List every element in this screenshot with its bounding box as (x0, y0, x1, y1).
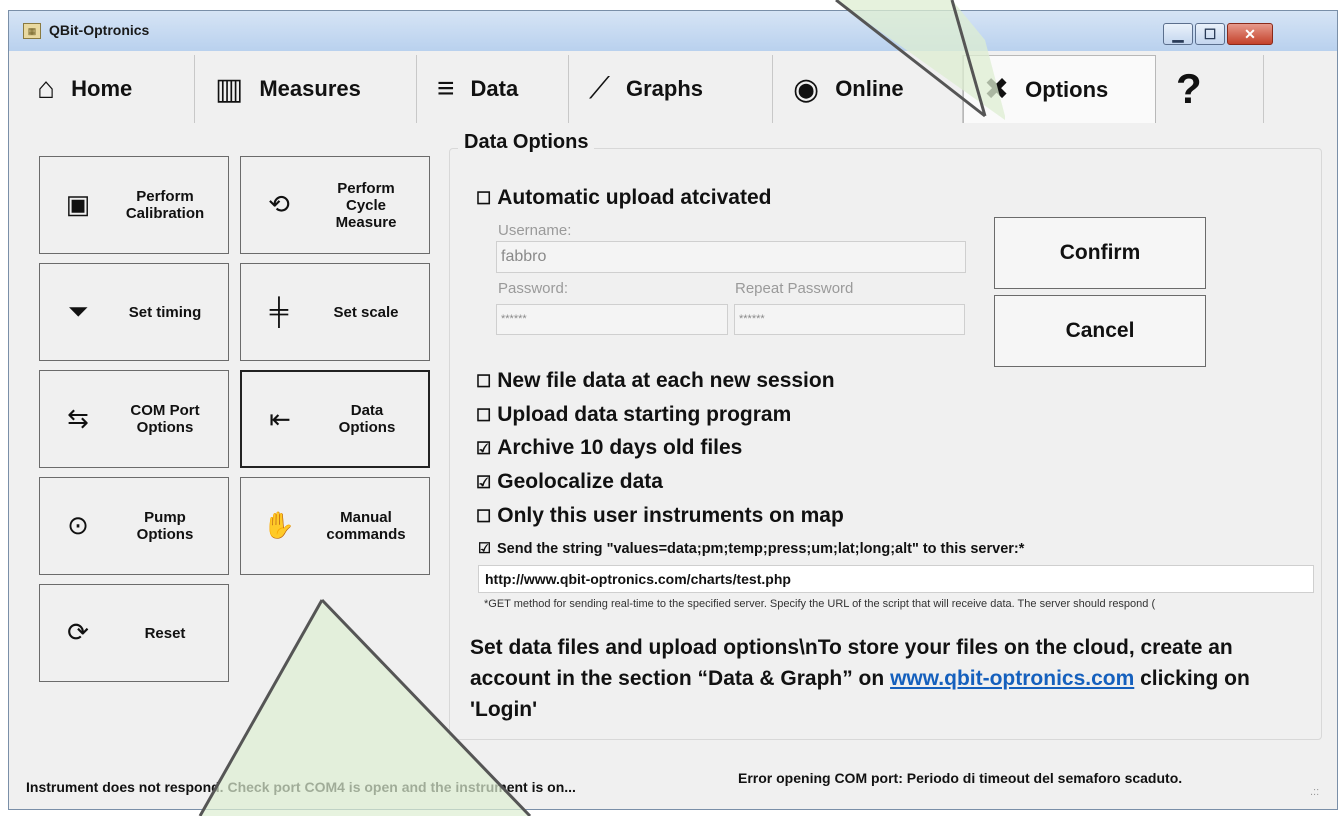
chart-icon: ⟋ (589, 72, 610, 105)
server-note: *GET method for sending real-time to the… (484, 598, 1156, 610)
only-user-instruments-checkbox[interactable]: ☐ Only this user instruments on map (476, 504, 844, 528)
auto-upload-label: Automatic upload atcivated (497, 186, 772, 209)
tab-measures[interactable]: ▥ Measures (195, 55, 417, 123)
auto-upload-checkbox[interactable]: ☐ Automatic upload atcivated (476, 186, 771, 210)
send-to-server-label: Send the string "values=data;pm;temp;pre… (497, 541, 1025, 557)
username-label: Username: (498, 222, 572, 239)
manual-commands-button[interactable]: ✋ Manual commands (240, 477, 430, 575)
scale-icon: ╪ (269, 296, 289, 326)
cycle-icon: ⟲ (268, 189, 290, 219)
set-scale-label: Set scale (333, 303, 399, 321)
tab-help[interactable]: ? (1156, 55, 1264, 123)
close-button[interactable]: ✕ (1227, 23, 1273, 45)
set-scale-button[interactable]: ╪ Set scale (240, 263, 430, 361)
tab-online[interactable]: ◉ Online (773, 55, 963, 123)
com-port-options-button[interactable]: ⇆ COM Port Options (39, 370, 229, 468)
tab-graphs-label: Graphs (626, 76, 704, 101)
checkbox-icon: ☑ (476, 473, 492, 492)
pump-options-label: Pump Options (136, 509, 194, 543)
new-file-label: New file data at each new session (497, 369, 835, 392)
checkbox-icon: ☑ (478, 541, 491, 557)
error-message: Error opening COM port: Periodo di timeo… (738, 770, 1183, 786)
geolocalize-checkbox[interactable]: ☑ Geolocalize data (476, 470, 663, 494)
refresh-icon: ⟳ (67, 617, 89, 647)
window-title: QBit-Optronics (49, 22, 150, 38)
calibration-icon: ▣ (65, 189, 91, 219)
factory-icon: ▥ (215, 72, 244, 106)
command-panel: ▣ Perform Calibration ⟲ Perform Cycle Me… (22, 144, 434, 744)
tab-home-label: Home (71, 76, 133, 101)
maximize-button[interactable]: ☐ (1195, 23, 1225, 45)
reset-button[interactable]: ⟳ Reset (39, 584, 229, 682)
document-icon: ≡ (437, 72, 455, 105)
minimize-button[interactable]: ▁ (1163, 23, 1193, 45)
checkbox-icon: ☑ (476, 439, 492, 458)
perform-cycle-measure-label: Perform Cycle Measure (335, 179, 397, 231)
geolocalize-label: Geolocalize data (497, 470, 663, 493)
repeat-password-field[interactable]: ****** (734, 304, 965, 335)
reset-label: Reset (144, 624, 186, 642)
data-options-label: Data Options (338, 402, 396, 436)
checkbox-icon: ☐ (476, 406, 492, 425)
password-field[interactable]: ****** (496, 304, 728, 335)
resize-grip[interactable]: .:: (1310, 786, 1319, 798)
new-file-checkbox[interactable]: ☐ New file data at each new session (476, 369, 835, 393)
data-options-button[interactable]: ⇤ Data Options (240, 370, 430, 468)
tab-options-label: Options (1025, 76, 1109, 102)
hand-icon: ✋ (262, 510, 296, 540)
pump-icon: ⊙ (67, 510, 89, 540)
status-message: Instrument does not respond. Check port … (26, 779, 576, 795)
only-user-instruments-label: Only this user instruments on map (497, 504, 844, 527)
info-text: Set data files and upload options\nTo st… (470, 632, 1310, 725)
perform-cycle-measure-button[interactable]: ⟲ Perform Cycle Measure (240, 156, 430, 254)
group-title: Data Options (458, 131, 595, 154)
archive-files-label: Archive 10 days old files (497, 436, 743, 459)
upload-on-start-label: Upload data starting program (497, 403, 792, 426)
upload-on-start-checkbox[interactable]: ☐ Upload data starting program (476, 403, 791, 427)
data-transfer-icon: ⇤ (269, 404, 291, 434)
tools-icon: ✖ (984, 73, 1010, 106)
send-to-server-checkbox[interactable]: ☑ Send the string "values=data;pm;temp;pr… (478, 541, 1024, 557)
set-timing-label: Set timing (128, 303, 202, 321)
perform-calibration-label: Perform Calibration (125, 188, 205, 222)
tab-online-label: Online (835, 76, 904, 101)
com-port-icon: ⇆ (67, 403, 89, 433)
com-port-options-label: COM Port Options (130, 402, 200, 436)
perform-calibration-button[interactable]: ▣ Perform Calibration (39, 156, 229, 254)
confirm-button[interactable]: Confirm (994, 217, 1206, 289)
app-icon: ▦ (23, 23, 41, 39)
set-timing-button[interactable]: ⏷ Set timing (39, 263, 229, 361)
repeat-password-label: Repeat Password (735, 280, 854, 297)
checkbox-icon: ☐ (476, 507, 492, 526)
tab-measures-label: Measures (259, 76, 361, 101)
question-icon: ? (1176, 65, 1202, 112)
checkbox-icon: ☐ (476, 189, 492, 208)
checkbox-icon: ☐ (476, 372, 492, 391)
cancel-button[interactable]: Cancel (994, 295, 1206, 367)
home-icon: ⌂ (37, 72, 56, 105)
tab-home[interactable]: ⌂ Home (17, 55, 195, 123)
website-link[interactable]: www.qbit-optronics.com (890, 667, 1134, 690)
manual-commands-label: Manual commands (326, 509, 406, 543)
archive-files-checkbox[interactable]: ☑ Archive 10 days old files (476, 436, 742, 460)
pump-options-button[interactable]: ⊙ Pump Options (39, 477, 229, 575)
title-bar[interactable]: ▦ QBit-Optronics ▁ ☐ ✕ (9, 11, 1337, 51)
tab-options[interactable]: ✖ Options (963, 55, 1156, 123)
username-field[interactable]: fabbro (496, 241, 966, 273)
tab-data-label: Data (470, 76, 519, 101)
tab-data[interactable]: ≡ Data (417, 55, 569, 123)
timing-icon: ⏷ (67, 296, 89, 326)
password-label: Password: (498, 280, 569, 297)
globe-icon: ◉ (793, 72, 820, 106)
main-tab-bar: ⌂ Home ▥ Measures ≡ Data ⟋ Graphs ◉ Onli… (17, 51, 1327, 127)
server-url-input[interactable]: http://www.qbit-optronics.com/charts/tes… (478, 565, 1314, 593)
tab-graphs[interactable]: ⟋ Graphs (569, 55, 773, 123)
